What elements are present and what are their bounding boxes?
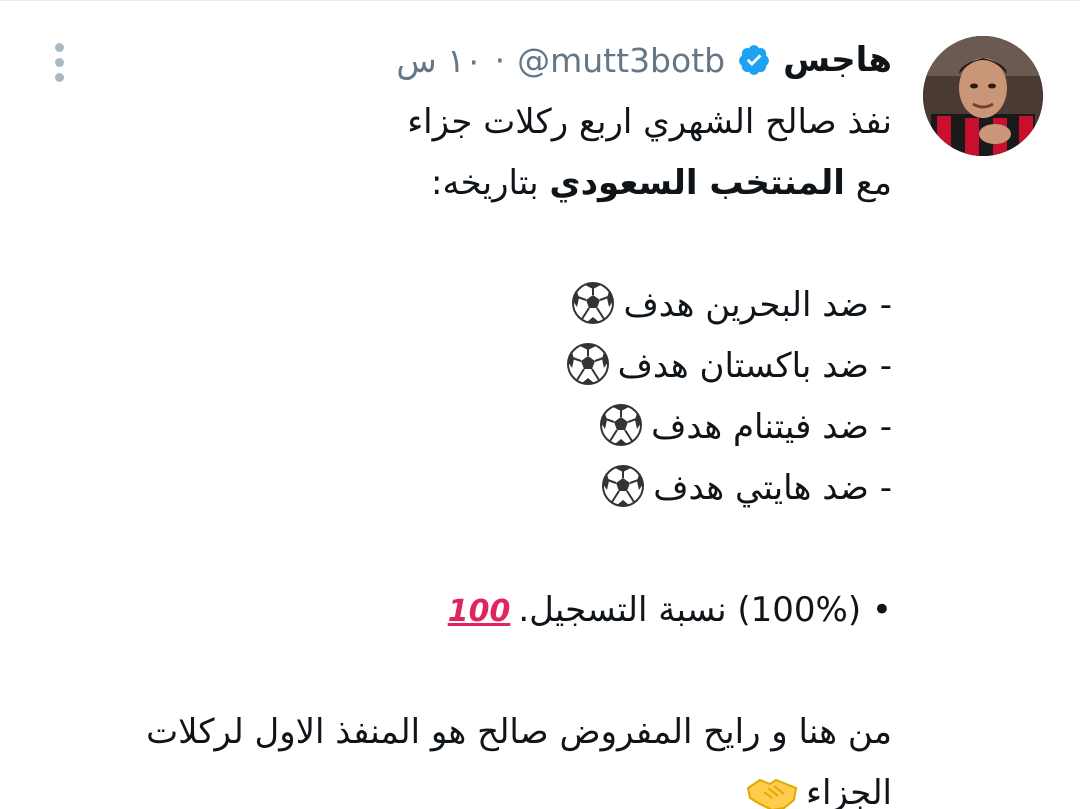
tweet-line: - ضد البحرين هدف (42, 275, 892, 336)
tweet-line: - ضد هايتي هدف (42, 458, 892, 519)
hundred-points-icon: 100 (447, 594, 511, 629)
tweet-header: هاجس @mutt3botb · ١٠ س (396, 32, 892, 88)
list-item-text: - ضد هايتي هدف (653, 468, 892, 508)
tweet-text-fragment: الجزاء (806, 773, 892, 809)
summary-text: • (100%) نسبة التسجيل. (518, 590, 892, 630)
tweet[interactable]: هاجس @mutt3botb · ١٠ س نفذ صالح الشهري ا… (0, 0, 1080, 809)
tweet-line: - ضد فيتنام هدف (42, 397, 892, 458)
tweet-line: مع المنتخب السعودي بتاريخه: (42, 153, 892, 214)
more-options-icon[interactable] (44, 40, 74, 84)
list-item-text: - ضد فيتنام هدف (651, 407, 892, 447)
soccer-ball-icon (572, 282, 615, 324)
tweet-line: من هنا و رايح المفروض صالح هو المنفذ الا… (146, 712, 892, 752)
tweet-line: الجزاء (42, 763, 892, 809)
timestamp[interactable]: ١٠ س (396, 41, 482, 80)
handshake-icon (746, 778, 798, 809)
divider (0, 0, 1080, 1)
list-item-text: - ضد البحرين هدف (623, 285, 892, 325)
tweet-text-fragment: بتاريخه: (431, 163, 539, 203)
soccer-ball-icon (600, 404, 643, 446)
tweet-line: - ضد باكستان هدف (42, 336, 892, 397)
avatar[interactable] (923, 36, 1043, 156)
soccer-ball-icon (602, 465, 645, 507)
tweet-line: • (100%) نسبة التسجيل.100 (42, 580, 892, 641)
tweet-line: نفذ صالح الشهري اربع ركلات جزاء (407, 102, 892, 142)
display-name[interactable]: هاجس (783, 40, 892, 80)
hashtag-highlight: المنتخب السعودي (549, 163, 845, 203)
list-item-text: - ضد باكستان هدف (617, 346, 892, 386)
soccer-ball-icon (566, 343, 609, 385)
separator-dot: · (494, 40, 506, 80)
verified-badge-icon (739, 45, 769, 75)
tweet-text-fragment: مع (855, 163, 892, 203)
tweet-text: نفذ صالح الشهري اربع ركلات جزاء مع المنت… (42, 92, 892, 809)
user-handle[interactable]: @mutt3botb (517, 41, 725, 80)
